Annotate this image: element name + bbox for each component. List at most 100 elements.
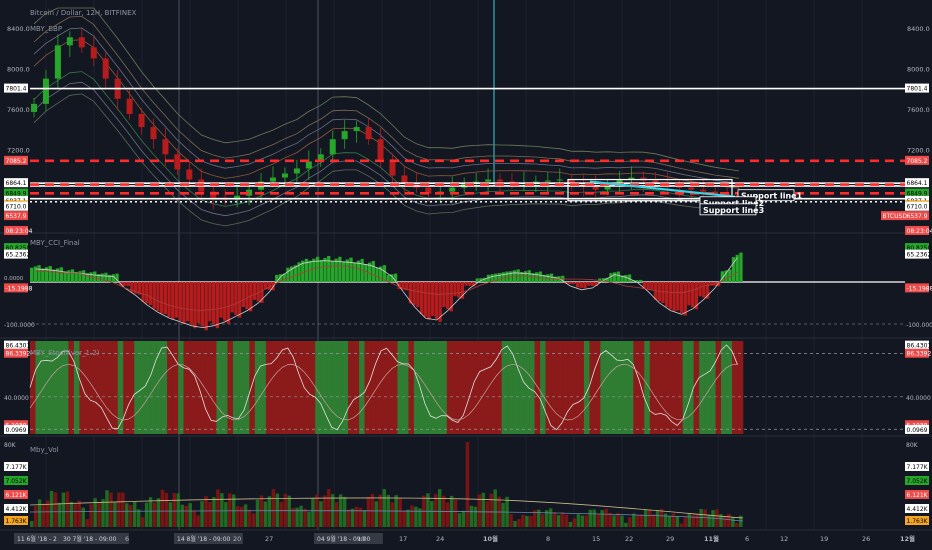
cci-histogram-bar [345, 259, 349, 282]
cci-histogram-bar [126, 282, 130, 287]
cci-histogram-bar [338, 256, 342, 282]
volume-bar [509, 514, 513, 527]
price-tag-text: 6864.1 [6, 180, 27, 187]
volume-bar [57, 502, 62, 527]
volume-tick: 80K [906, 442, 919, 449]
stoch-background-bar [633, 341, 640, 434]
cci-histogram-bar [159, 282, 164, 314]
cci-histogram-bar [178, 282, 182, 321]
cci-histogram-bar [230, 282, 234, 313]
candle-body [293, 168, 300, 174]
cci-histogram-bar [419, 282, 424, 315]
volume-bar [655, 510, 660, 527]
stoch-background-bar [172, 341, 179, 434]
price-tag-text: 6537.9 [6, 213, 27, 220]
volume-bar [663, 513, 668, 527]
volume-bar [410, 505, 414, 527]
volume-bar [576, 514, 581, 527]
volume-bar [192, 510, 196, 527]
volume-bar [307, 511, 311, 527]
stoch-background-bar [468, 341, 475, 434]
stoch-background-bar [589, 341, 596, 434]
cci-zero-tick: 0.0000 [4, 276, 24, 282]
time-axis-label: 11 6월 '18 - 2 [17, 535, 57, 543]
volume-bar [370, 493, 375, 527]
support-line-label: Support line3 [703, 206, 764, 215]
cci-histogram-bar [163, 282, 168, 315]
volume-bar [529, 516, 533, 527]
cci-histogram-bar [267, 282, 271, 290]
cci-histogram-bar [523, 271, 528, 282]
volume-bar [667, 515, 672, 527]
volume-bar [691, 514, 695, 527]
candle-body [449, 187, 456, 192]
stoch-background-bar [699, 341, 705, 434]
volume-bar [164, 492, 169, 527]
candle-body [341, 131, 348, 140]
cci-histogram-bar [616, 271, 621, 282]
stoch-tick: 40.0000 [4, 395, 29, 402]
stoch-background-bar [408, 341, 415, 434]
cci-histogram-bar [93, 271, 97, 282]
volume-bar [188, 503, 192, 527]
stoch-background-bar [359, 341, 365, 434]
chart-canvas: Bitcoin / Dollar, 12H, BITFINEX MBY_BBP … [0, 0, 932, 550]
cci-histogram-bar [505, 271, 509, 282]
stoch-background-bar [551, 341, 557, 434]
cci-histogram-bar [698, 282, 702, 297]
volume-bar [588, 509, 592, 527]
volume-bar [346, 509, 351, 527]
stoch-background-bar [178, 341, 184, 434]
stoch-background-bar [375, 341, 382, 434]
cci-histogram-bar [349, 257, 353, 282]
volume-bar [485, 501, 489, 527]
cci-histogram-bar [100, 273, 104, 282]
cci-histogram-bar [30, 267, 34, 282]
volume-bar [548, 508, 553, 527]
time-axis-label: 11월 [704, 534, 719, 543]
stoch-background-bar [293, 341, 300, 434]
volume-bar [212, 497, 216, 527]
volume-bar [362, 510, 367, 527]
volume-bar [61, 492, 66, 527]
cci-histogram-bar [579, 282, 583, 288]
time-axis-label: 26 [862, 535, 870, 543]
time-axis-label: 22 [625, 535, 633, 543]
cci-histogram-bar [152, 282, 156, 309]
cci-histogram-bar [145, 282, 149, 304]
volume-bar [453, 499, 458, 527]
volume-bar [136, 509, 141, 527]
volume-bar [30, 521, 34, 527]
cci-tick: -100.0000 [906, 322, 932, 329]
candle-body [544, 180, 551, 182]
cci-histogram-bar [141, 282, 145, 302]
stoch-background-bar [254, 341, 261, 434]
volume-bar [208, 501, 212, 527]
candle-body [66, 37, 73, 46]
candle-body [186, 169, 193, 180]
volume-bar [620, 515, 624, 527]
stoch-background-bar [671, 341, 678, 434]
cci-histogram-bar [174, 282, 179, 318]
cci-histogram-bar [308, 260, 312, 282]
volume-bar [643, 509, 648, 527]
cci-histogram-bar [613, 272, 617, 282]
volume-bar [651, 514, 656, 527]
price-tag-text: 6.121K [6, 492, 28, 499]
volume-bar [489, 493, 493, 527]
price-tag-text: 86.3392 [6, 351, 31, 358]
candle-body [377, 139, 384, 160]
time-axis-label: 6 [125, 535, 129, 543]
price-tag-text: 65.2362 [6, 252, 31, 259]
price-tag-text: 6710.0 [907, 204, 928, 211]
volume-bar [224, 502, 228, 527]
price-tag-text: BTCUSD [883, 213, 908, 220]
stoch-background-bar [666, 341, 672, 434]
volume-bar [53, 492, 58, 527]
candle-body [90, 47, 97, 59]
stoch-background-bar [507, 341, 513, 434]
stoch-background-bar [309, 341, 316, 434]
volume-bar [430, 501, 434, 527]
stoch-background-bar [529, 341, 535, 434]
price-tag-text: 7801.4 [6, 86, 27, 93]
